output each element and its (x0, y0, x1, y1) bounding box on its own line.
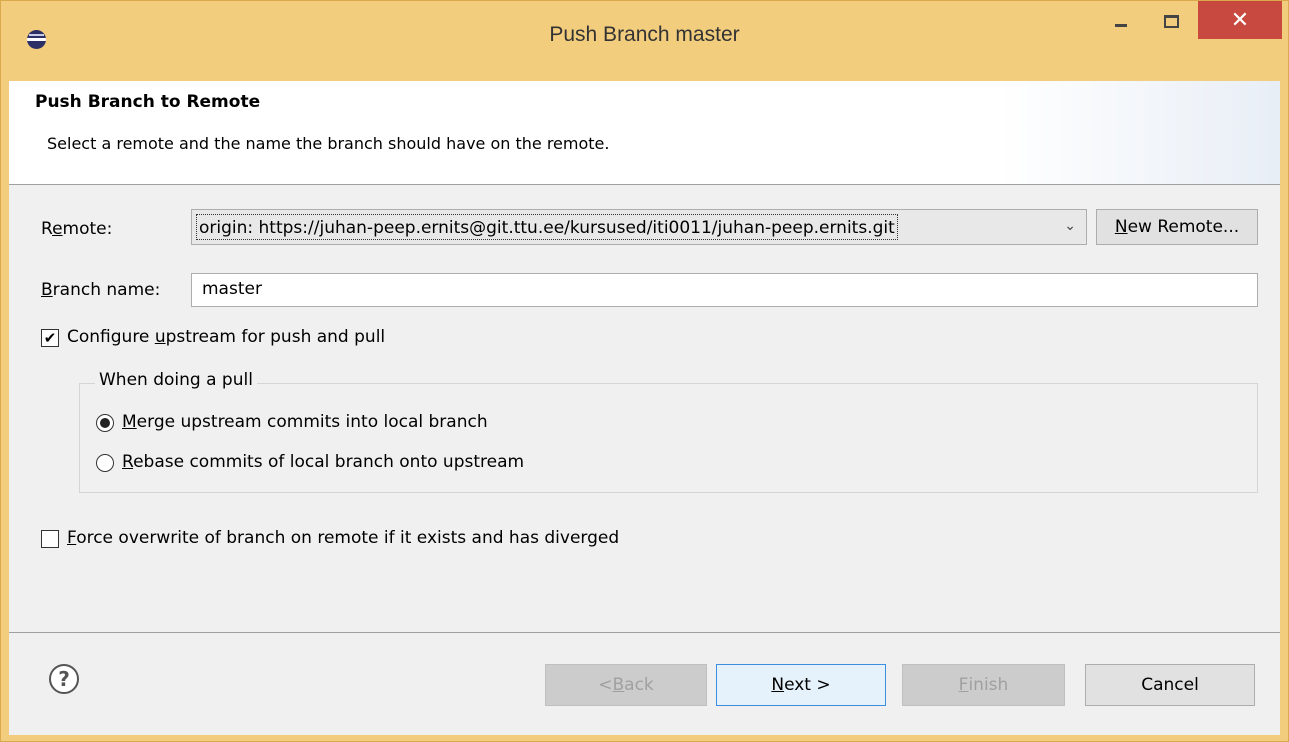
title-bar[interactable]: Push Branch master ✕ (1, 1, 1288, 81)
remote-dropdown-value: origin: https://juhan-peep.ernits@git.tt… (196, 214, 898, 240)
dialog-client-area: Push Branch to Remote Select a remote an… (9, 81, 1280, 735)
window-title: Push Branch master (549, 23, 740, 46)
configure-upstream-checkbox[interactable]: ✔ (41, 329, 59, 347)
back-button[interactable]: < Back (545, 664, 707, 706)
remote-label: Remote: (41, 219, 113, 239)
wizard-title: Push Branch to Remote (35, 92, 261, 112)
cancel-button[interactable]: Cancel (1085, 664, 1255, 706)
maximize-icon (1163, 14, 1179, 28)
dialog-window: Push Branch master ✕ Push Branch to Remo… (0, 0, 1289, 742)
rebase-radio-label[interactable]: Rebase commits of local branch onto upst… (122, 452, 524, 472)
merge-radio-label[interactable]: Merge upstream commits into local branch (122, 412, 488, 432)
force-overwrite-checkbox[interactable] (41, 530, 59, 548)
branch-name-input[interactable]: master (191, 273, 1258, 307)
finish-button[interactable]: Finish (902, 664, 1065, 706)
pull-options-group: When doing a pull Merge upstream commits… (79, 370, 1258, 493)
next-button[interactable]: Next > (716, 664, 886, 706)
minimize-button[interactable] (1099, 1, 1143, 41)
help-icon[interactable]: ? (49, 664, 79, 694)
new-remote-button[interactable]: New Remote... (1096, 209, 1258, 245)
chevron-down-icon: ⌄ (1064, 218, 1076, 234)
rebase-radio[interactable] (96, 454, 114, 472)
remote-dropdown[interactable]: origin: https://juhan-peep.ernits@git.tt… (191, 209, 1087, 245)
footer-separator (9, 632, 1280, 633)
branch-name-label: Branch name: (41, 280, 161, 300)
wizard-header: Push Branch to Remote Select a remote an… (9, 81, 1280, 185)
force-overwrite-label[interactable]: Force overwrite of branch on remote if i… (67, 528, 619, 548)
maximize-button[interactable] (1149, 1, 1193, 41)
pull-options-group-title: When doing a pull (95, 370, 257, 390)
merge-radio[interactable] (96, 414, 114, 432)
wizard-description: Select a remote and the name the branch … (47, 134, 610, 153)
close-button[interactable]: ✕ (1198, 1, 1282, 39)
checkmark-icon: ✔ (43, 328, 57, 347)
close-icon: ✕ (1230, 7, 1250, 33)
minimize-icon (1115, 23, 1127, 27)
configure-upstream-label[interactable]: Configure upstream for push and pull (67, 327, 385, 347)
